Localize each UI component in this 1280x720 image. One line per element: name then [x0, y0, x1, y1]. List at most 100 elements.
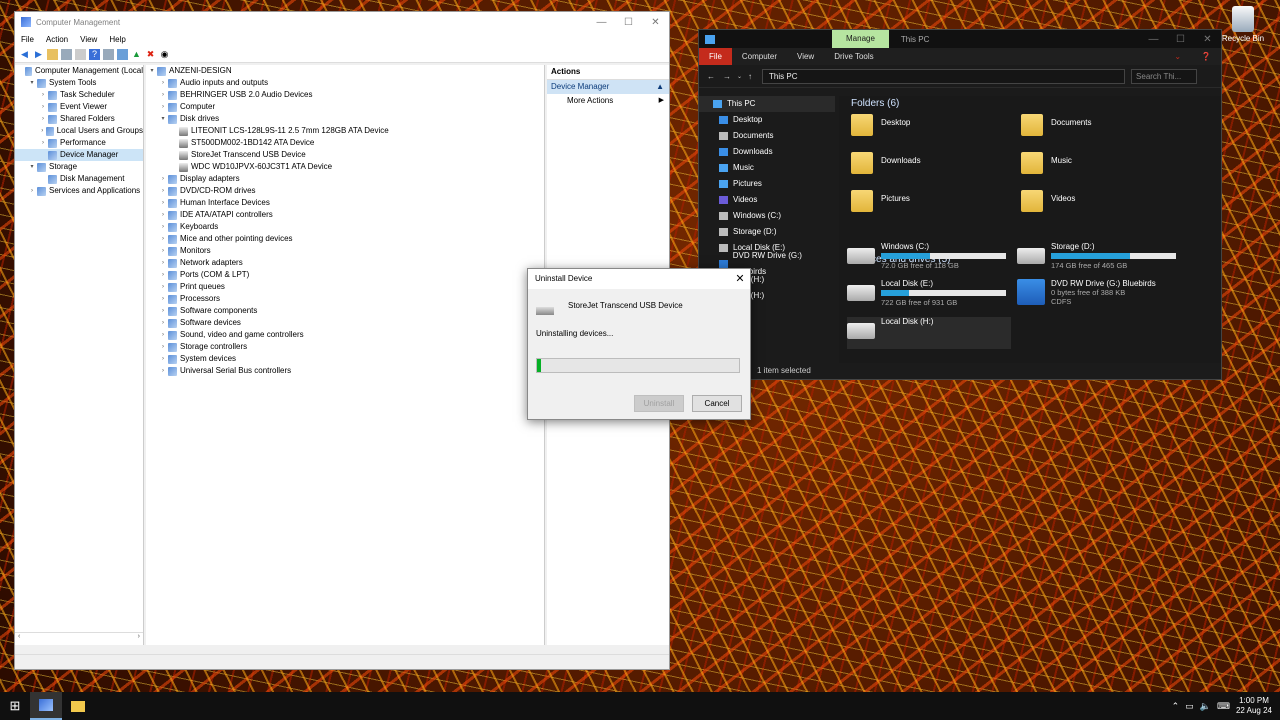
- folders-header[interactable]: Folders (6): [839, 96, 1221, 112]
- drive-tile[interactable]: Storage (D:) 174 GB free of 465 GB: [1017, 242, 1176, 270]
- taskbar-file-explorer[interactable]: [62, 692, 94, 720]
- folder-tile[interactable]: Desktop: [851, 114, 910, 136]
- tab-file[interactable]: File: [699, 48, 732, 65]
- device-tree-item[interactable]: › Computer: [146, 101, 544, 113]
- expand-arrow-icon[interactable]: ›: [159, 329, 167, 341]
- device-tree-item[interactable]: › Display adapters: [146, 173, 544, 185]
- device-tree-item[interactable]: WDC WD10JPVX-60JC3T1 ATA Device: [146, 161, 544, 173]
- uninstall-device-icon[interactable]: ✖: [145, 49, 156, 60]
- properties-icon[interactable]: [75, 48, 86, 60]
- device-tree-item[interactable]: › Human Interface Devices: [146, 197, 544, 209]
- help-icon[interactable]: ?: [89, 48, 100, 60]
- action-more-actions[interactable]: More Actions ▶: [547, 94, 669, 108]
- forward-arrow-icon[interactable]: →: [723, 72, 731, 81]
- back-icon[interactable]: ◀: [19, 49, 30, 60]
- show-hide-tree-icon[interactable]: [61, 48, 72, 60]
- folder-tile[interactable]: Music: [1021, 152, 1072, 174]
- cancel-button[interactable]: Cancel: [692, 395, 742, 412]
- expand-arrow-icon[interactable]: ›: [159, 233, 167, 245]
- tree-item[interactable]: Disk Management: [15, 173, 143, 185]
- network-icon[interactable]: ▭: [1185, 701, 1194, 712]
- dialog-close-button[interactable]: ✕: [730, 269, 750, 289]
- device-tree-item[interactable]: ▾ Disk drives: [146, 113, 544, 125]
- device-tree-item[interactable]: › Universal Serial Bus controllers: [146, 365, 544, 377]
- nav-item[interactable]: Videos: [699, 192, 835, 208]
- expand-arrow-icon[interactable]: ›: [159, 221, 167, 233]
- tree-scrollbar[interactable]: ‹ ›: [15, 632, 143, 643]
- recycle-bin[interactable]: Recycle Bin: [1219, 6, 1267, 43]
- collapse-arrow-icon[interactable]: ▾: [28, 77, 36, 89]
- device-tree-item[interactable]: › Keyboards: [146, 221, 544, 233]
- tree-item[interactable]: Device Manager: [15, 149, 143, 161]
- enable-device-icon[interactable]: ◉: [159, 49, 170, 60]
- tab-manage[interactable]: Manage: [832, 30, 889, 48]
- device-tree-item[interactable]: LITEONIT LCS-128L9S-11 2.5 7mm 128GB ATA…: [146, 125, 544, 137]
- minimize-button[interactable]: —: [588, 17, 615, 28]
- tab-computer[interactable]: Computer: [732, 52, 787, 61]
- tree-item[interactable]: › Event Viewer: [15, 101, 143, 113]
- ribbon-expand-icon[interactable]: ⌄: [1164, 52, 1191, 61]
- action-device-manager[interactable]: Device Manager ▲: [547, 80, 669, 94]
- expand-arrow-icon[interactable]: ›: [159, 353, 167, 365]
- tree-item[interactable]: ▾ Storage: [15, 161, 143, 173]
- expand-arrow-icon[interactable]: ›: [159, 185, 167, 197]
- nav-item[interactable]: Windows (C:): [699, 208, 835, 224]
- drive-tile[interactable]: Local Disk (H:): [847, 317, 1011, 349]
- menu-view[interactable]: View: [80, 35, 97, 44]
- update-driver-icon[interactable]: ▲: [131, 49, 142, 60]
- tree-item[interactable]: ▾ System Tools: [15, 77, 143, 89]
- expand-arrow-icon[interactable]: ›: [39, 101, 47, 113]
- device-tree-item[interactable]: › System devices: [146, 353, 544, 365]
- nav-item[interactable]: This PC: [699, 96, 835, 112]
- collapse-arrow-icon[interactable]: ▾: [159, 113, 167, 125]
- folder-tile[interactable]: Pictures: [851, 190, 910, 212]
- up-folder-icon[interactable]: [47, 48, 58, 60]
- close-button[interactable]: ✕: [642, 17, 669, 28]
- language-icon[interactable]: ⌨: [1217, 701, 1230, 712]
- device-tree-item[interactable]: › DVD/CD-ROM drives: [146, 185, 544, 197]
- tree-item[interactable]: Computer Management (Local: [15, 65, 143, 77]
- drive-tile[interactable]: Local Disk (E:) 722 GB free of 931 GB: [847, 279, 1006, 307]
- maximize-button[interactable]: ☐: [615, 17, 642, 28]
- menu-action[interactable]: Action: [46, 35, 68, 44]
- scan-hardware-icon[interactable]: [117, 48, 128, 60]
- device-tree-item[interactable]: › Print queues: [146, 281, 544, 293]
- collapse-icon[interactable]: ▲: [656, 80, 664, 94]
- device-tree-item[interactable]: › Software devices: [146, 317, 544, 329]
- expand-arrow-icon[interactable]: ›: [159, 89, 167, 101]
- taskbar-computer-management[interactable]: [30, 692, 62, 720]
- device-tree-item[interactable]: › Ports (COM & LPT): [146, 269, 544, 281]
- uninstall-button[interactable]: Uninstall: [634, 395, 684, 412]
- tree-item[interactable]: › Performance: [15, 137, 143, 149]
- tree-item[interactable]: › Task Scheduler: [15, 89, 143, 101]
- device-tree-item[interactable]: › Network adapters: [146, 257, 544, 269]
- collapse-arrow-icon[interactable]: ▾: [28, 161, 36, 173]
- folder-tile[interactable]: Videos: [1021, 190, 1075, 212]
- expand-arrow-icon[interactable]: ›: [159, 197, 167, 209]
- nav-item[interactable]: Pictures: [699, 176, 835, 192]
- menu-file[interactable]: File: [21, 35, 34, 44]
- device-tree-item[interactable]: StoreJet Transcend USB Device: [146, 149, 544, 161]
- collapse-arrow-icon[interactable]: ▾: [148, 65, 156, 77]
- device-tree-item[interactable]: ST500DM002-1BD142 ATA Device: [146, 137, 544, 149]
- expand-arrow-icon[interactable]: ›: [159, 341, 167, 353]
- search-input[interactable]: Search Thi...: [1131, 68, 1198, 84]
- tab-view[interactable]: View: [787, 52, 824, 61]
- expand-arrow-icon[interactable]: ›: [159, 305, 167, 317]
- volume-icon[interactable]: 🔈: [1200, 701, 1211, 712]
- nav-item[interactable]: Music: [699, 160, 835, 176]
- expand-arrow-icon[interactable]: ›: [159, 173, 167, 185]
- explorer-maximize-button[interactable]: ☐: [1167, 34, 1194, 45]
- device-tree-item[interactable]: › Software components: [146, 305, 544, 317]
- clock[interactable]: 1:00 PM 22 Aug 24: [1236, 696, 1272, 716]
- action-pane-icon[interactable]: [103, 48, 114, 60]
- address-bar[interactable]: This PC: [762, 68, 1126, 84]
- expand-arrow-icon[interactable]: ›: [28, 185, 36, 197]
- device-tree-item[interactable]: ▾ ANZENI-DESIGN: [146, 65, 544, 77]
- device-tree-item[interactable]: › Storage controllers: [146, 341, 544, 353]
- device-tree-item[interactable]: › IDE ATA/ATAPI controllers: [146, 209, 544, 221]
- tree-item[interactable]: › Services and Applications: [15, 185, 143, 197]
- expand-arrow-icon[interactable]: ›: [159, 209, 167, 221]
- up-arrow-icon[interactable]: ↑: [748, 72, 752, 81]
- expand-arrow-icon[interactable]: ›: [159, 257, 167, 269]
